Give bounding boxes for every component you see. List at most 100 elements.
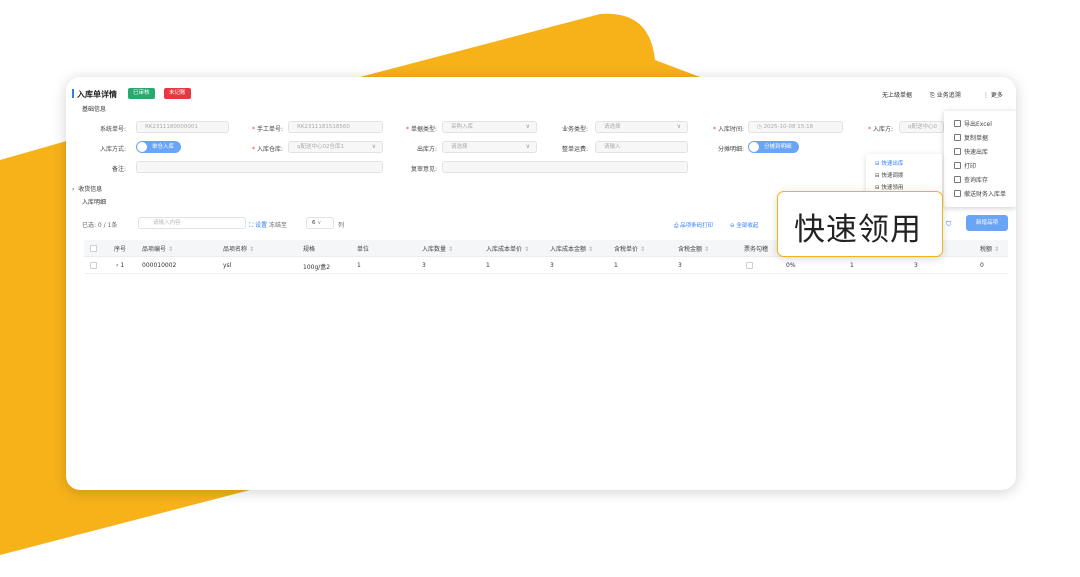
system-no-label: 系统单号: xyxy=(99,126,126,133)
in-party-select[interactable]: q配送中心0 xyxy=(899,121,944,133)
chevron-down-icon: ∨ xyxy=(317,220,322,226)
quick-out-submenu: ⊟ 快速出库 ⊟ 快速调拨 ⊟ 快速领用 xyxy=(866,154,942,196)
section-receipt-info[interactable]: › 收货信息 xyxy=(72,184,102,193)
status-badge: 已审核 xyxy=(128,88,155,99)
prev-doc-link[interactable]: 无上级单据 xyxy=(882,90,912,99)
doc-type-value: 采购入库 xyxy=(451,124,474,130)
more-button[interactable]: ⋮ 更多 xyxy=(983,90,1003,99)
section-basic-info: 基础信息 xyxy=(82,106,107,113)
menu-item-query-stock[interactable]: 查询库存 xyxy=(954,175,988,184)
cell-tax: 0 xyxy=(980,262,984,269)
th-qty[interactable]: 入库数量 ⇕ xyxy=(422,244,453,253)
manual-no-field[interactable]: RK2311181518560 xyxy=(288,121,383,133)
column-setting-button[interactable]: ⛶ 设置 冻结至 xyxy=(249,220,287,230)
accounting-badge: 未记账 xyxy=(164,88,191,99)
remark-label: 备注: xyxy=(111,166,126,173)
menu-item-label: 撤送财务入库单 xyxy=(964,191,1007,198)
th-cost-amount[interactable]: 入库成本金额 ⇕ xyxy=(550,244,593,253)
menu-item-copy[interactable]: 复制单据 xyxy=(954,133,988,142)
out-party-select[interactable]: 请选择 ∨ xyxy=(442,141,537,153)
freight-label: 整单运费: xyxy=(561,146,588,153)
toggle-knob xyxy=(137,142,147,152)
cell-col13: 1 xyxy=(850,262,854,269)
th-tax-amount-label: 含税金额 xyxy=(678,246,703,253)
search-placeholder: 请输入内容 xyxy=(153,220,181,226)
review-input[interactable] xyxy=(442,161,688,173)
th-tax-amount[interactable]: 含税金额 ⇕ xyxy=(678,244,709,253)
menu-item-send-finance[interactable]: 撤送财务入库单 xyxy=(954,189,1006,198)
row-checkbox[interactable] xyxy=(90,262,97,269)
print-barcode-button[interactable]: ⎙ 品项条码打印 xyxy=(674,221,713,230)
out-party-value: 请选择 xyxy=(451,144,468,150)
submenu-item-quick-transfer[interactable]: ⊟ 快速调拨 xyxy=(875,171,903,179)
sort-icon: ⇕ xyxy=(993,246,999,253)
sort-icon: ⇕ xyxy=(447,246,453,253)
select-all-checkbox[interactable] xyxy=(90,245,97,252)
th-tax[interactable]: 税额 ⇕ xyxy=(980,244,999,253)
copy-icon xyxy=(954,134,961,141)
menu-item-export-excel[interactable]: 导出Excel xyxy=(954,119,992,128)
in-time-value: 2025-10-08 15:18 xyxy=(763,124,814,130)
row-index: › 1 xyxy=(116,262,124,269)
biz-type-select[interactable]: 请选择 ∨ xyxy=(595,121,688,133)
cell-qty: 3 xyxy=(422,262,426,269)
collapse-all-button[interactable]: ⊖ 全部收起 xyxy=(730,221,758,229)
chevron-down-icon: ∨ xyxy=(525,143,530,150)
biz-type-label: 业务类型: xyxy=(561,126,588,133)
in-method-toggle[interactable]: 单仓入库 xyxy=(136,141,182,153)
table-row[interactable]: › 1 000010002 ysl 100g/盒2 1 3 1 3 1 3 0%… xyxy=(84,257,1008,274)
add-item-button[interactable]: 新增品项 xyxy=(966,215,1008,231)
callout-text: 快速领用 xyxy=(794,212,922,248)
submenu-label: 快速调拨 xyxy=(881,173,904,179)
split-value: 分摊到明细 xyxy=(764,144,792,150)
cell-unit-cost: 1 xyxy=(486,262,490,269)
menu-item-label: 导出Excel xyxy=(964,121,992,128)
warehouse-select[interactable]: q配送中心02仓库1 ∨ xyxy=(288,141,383,153)
freight-value: 请输入 xyxy=(604,144,621,150)
th-code-label: 品项编号 xyxy=(142,246,167,253)
th-tax-label: 税额 xyxy=(980,246,993,253)
doc-type-select[interactable]: 采购入库 ∨ xyxy=(442,121,537,133)
detail-search-input[interactable]: 请输入内容 xyxy=(138,217,246,229)
th-qty-label: 入库数量 xyxy=(422,246,447,253)
freight-input[interactable]: 请输入 xyxy=(595,141,688,153)
in-time-label-text: 入库时间: xyxy=(717,126,744,133)
doc-type-label: * 单据类型: xyxy=(406,126,437,133)
warehouse-label: * 入库仓库: xyxy=(252,146,283,153)
th-unit-cost[interactable]: 入库成本单价 ⇕ xyxy=(486,244,529,253)
in-party-value: q配送中心0 xyxy=(908,124,937,130)
th-name-label: 品项名称 xyxy=(223,246,248,253)
menu-item-print[interactable]: 打印 xyxy=(954,161,976,170)
chevron-down-icon: ∨ xyxy=(371,143,376,150)
remark-input[interactable] xyxy=(136,161,383,173)
menu-item-quick-out[interactable]: 快速出库 xyxy=(954,147,988,156)
section-receipt-label: 收货信息 xyxy=(78,186,103,193)
business-trace-button[interactable]: ⎘ 业务追溯 xyxy=(930,90,961,100)
menu-item-label: 打印 xyxy=(964,163,977,170)
excel-icon xyxy=(954,120,961,127)
setting-label: 设置 xyxy=(255,222,268,229)
submenu-item-quick-requisition[interactable]: ⊟ 快速领用 xyxy=(875,183,903,191)
submenu-item-quick-out[interactable]: ⊟ 快速出库 xyxy=(875,159,903,167)
more-label: 更多 xyxy=(990,92,1003,99)
cell-code: 000010002 xyxy=(142,262,177,269)
th-name[interactable]: 品项名称 ⇕ xyxy=(223,244,254,253)
in-time-label: * 入库时间: xyxy=(713,126,744,133)
filter-icon[interactable]: ⛉ xyxy=(946,220,951,229)
sort-icon: ⇕ xyxy=(587,246,593,253)
split-toggle[interactable]: 分摊到明细 xyxy=(748,141,799,153)
freeze-select[interactable]: 6 ∨ xyxy=(306,217,334,229)
th-code[interactable]: 品项编号 ⇕ xyxy=(142,244,173,253)
freeze-value: 6 xyxy=(312,220,316,226)
chevron-down-icon: ∨ xyxy=(525,123,530,130)
th-tax-price[interactable]: 含税单价 ⇕ xyxy=(614,244,645,253)
doc-type-label-text: 单据类型: xyxy=(410,126,437,133)
ticket-check-checkbox[interactable] xyxy=(746,262,753,269)
section-detail-label: 入库明细 xyxy=(82,199,107,206)
in-time-picker[interactable]: ◷ 2025-10-08 15:18 xyxy=(748,121,843,133)
freeze-label: 冻结至 xyxy=(269,222,288,229)
submenu-label: 快速出库 xyxy=(881,161,904,167)
th-index: 序号 xyxy=(114,246,127,253)
selected-count: 已选: 0 / 1条 xyxy=(82,222,118,229)
in-party-label-text: 入库方: xyxy=(872,126,893,133)
